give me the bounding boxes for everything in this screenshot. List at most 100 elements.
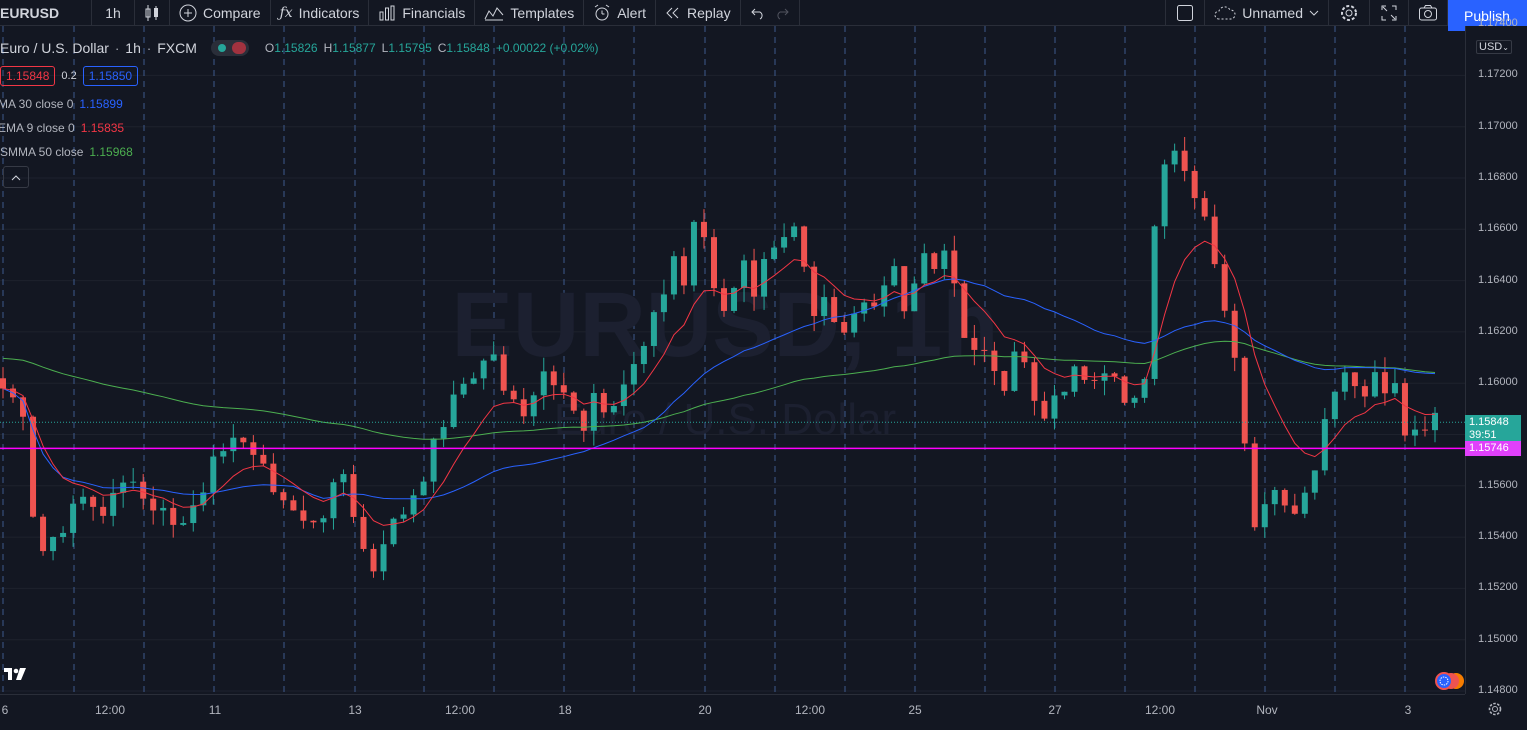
candle-body	[931, 253, 938, 269]
price-tick-label: 1.15600	[1478, 478, 1518, 491]
candle-body	[921, 253, 928, 284]
top-toolbar: EURUSD 1h Compare ƒx Indicators Financia…	[0, 0, 1527, 31]
undo-button[interactable]	[741, 0, 770, 25]
price-tick-label: 1.17000	[1478, 119, 1518, 132]
economic-events-button[interactable]	[1431, 670, 1467, 692]
candle-body	[1061, 391, 1068, 396]
candle-body	[350, 474, 357, 517]
symbol-label: EURUSD	[0, 4, 60, 21]
candle-body	[610, 406, 617, 413]
price-chart[interactable]: EURUSD, 1h Euro / U.S. Dollar	[0, 26, 1465, 694]
alert-button[interactable]: Alert	[584, 0, 657, 25]
collapse-legend-button[interactable]	[3, 166, 29, 188]
candle-body	[620, 384, 627, 407]
candle-body	[1041, 400, 1048, 419]
candle-body	[270, 463, 277, 493]
settings-button[interactable]	[1329, 0, 1370, 25]
candle-body	[1381, 372, 1388, 394]
candle-body	[741, 260, 748, 288]
chevron-down-icon: ⌄	[1502, 43, 1509, 52]
indicator-ma[interactable]: MA 30 close 0 1.15899	[0, 97, 123, 111]
high-label: H	[323, 41, 333, 55]
market-closed-icon	[231, 42, 246, 54]
candle-body	[290, 500, 297, 511]
legend-title[interactable]: Euro / U.S. Dollar	[0, 40, 109, 56]
candle-body	[751, 260, 758, 297]
candle-body	[650, 312, 657, 346]
bar-countdown: 39:51	[1469, 429, 1497, 442]
snapshot-button[interactable]	[1409, 0, 1448, 25]
candle-body	[1291, 505, 1298, 514]
candle-body	[470, 378, 477, 384]
time-tick-label: 12:00	[94, 703, 126, 717]
time-axis[interactable]: 6 12:00 11 13 12:00 18 20 12:00 25 27 12:00 Nov 3	[0, 694, 1465, 730]
candle-body	[210, 456, 217, 493]
chart-settings-button[interactable]	[1485, 700, 1505, 720]
candle-body	[660, 294, 667, 313]
market-status-toggle[interactable]	[210, 40, 249, 56]
candle-body	[1081, 366, 1088, 380]
currency-selector[interactable]: USD⌄	[1476, 40, 1512, 54]
time-tick-label: 18	[558, 703, 572, 717]
redo-button[interactable]	[770, 0, 800, 25]
candle-body	[640, 345, 647, 365]
candle-body	[1131, 397, 1138, 403]
candle-body	[1251, 443, 1258, 528]
candle-body	[721, 288, 728, 311]
candle-body	[1051, 395, 1058, 419]
candle-body	[891, 266, 898, 286]
tradingview-logo[interactable]	[0, 662, 30, 686]
tv-logo-icon	[4, 668, 26, 680]
fullscreen-layout-button[interactable]	[1166, 0, 1206, 25]
candle-body	[1101, 373, 1108, 381]
fullscreen-button[interactable]	[1370, 0, 1409, 25]
indicator-smma[interactable]: SMMA 50 close 1.15968	[0, 145, 133, 159]
indicator-ema[interactable]: EMA 9 close 0 1.15835	[0, 121, 124, 135]
candle-body	[0, 378, 6, 389]
price-tick-label: 1.15400	[1478, 530, 1518, 543]
templates-button[interactable]: Templates	[475, 0, 585, 25]
candle-body	[991, 350, 998, 372]
candle-body	[761, 259, 768, 297]
interval-button[interactable]: 1h	[92, 0, 135, 25]
candle-body	[100, 506, 107, 516]
compare-button[interactable]: Compare	[170, 0, 271, 25]
time-tick-label: 13	[348, 703, 362, 717]
candle-body	[110, 492, 117, 516]
candle-body	[220, 451, 227, 457]
time-tick-label: 12:00	[1144, 703, 1176, 717]
open-value: 1.15826	[274, 41, 318, 55]
layout-menu-button[interactable]: Unnamed	[1205, 0, 1329, 25]
price-axis[interactable]: USD⌄ 1.17400 1.17200 1.17000 1.16800 1.16600…	[1465, 17, 1527, 696]
candle-body	[80, 496, 87, 504]
candle-body	[600, 393, 607, 413]
candle-body	[30, 416, 37, 517]
candle-body	[150, 498, 157, 511]
symbol-search-button[interactable]: EURUSD	[0, 0, 92, 25]
candle-body	[130, 481, 137, 483]
camera-icon	[1418, 4, 1438, 22]
candle-body	[160, 507, 167, 511]
replay-button[interactable]: Replay	[656, 0, 741, 25]
financials-button[interactable]: Financials	[369, 0, 476, 25]
price-tick-label: 1.16200	[1478, 324, 1518, 337]
candles-icon	[144, 4, 160, 22]
buy-sell-row: 1.15848 0.2 1.15850	[0, 66, 139, 86]
open-label: O	[264, 41, 275, 55]
time-tick-label: 6	[1, 703, 9, 717]
candle-body	[1071, 366, 1078, 392]
chart-type-button[interactable]	[135, 0, 170, 25]
candle-body	[1031, 362, 1038, 401]
time-tick-label: 12:00	[794, 703, 826, 717]
indicators-button[interactable]: ƒx Indicators	[271, 0, 370, 25]
candle-body	[300, 510, 307, 521]
candle-body	[700, 221, 707, 238]
candle-body	[1301, 492, 1308, 514]
candle-body	[1341, 372, 1348, 392]
low-label: L	[381, 41, 389, 55]
buy-price-button[interactable]: 1.15850	[82, 66, 139, 86]
candle-body	[410, 495, 417, 515]
sell-price-button[interactable]: 1.15848	[0, 66, 56, 86]
legend-header: Euro / U.S. Dollar · 1h · FXCM O 1.15826 …	[0, 40, 599, 56]
compare-label: Compare	[203, 4, 261, 21]
